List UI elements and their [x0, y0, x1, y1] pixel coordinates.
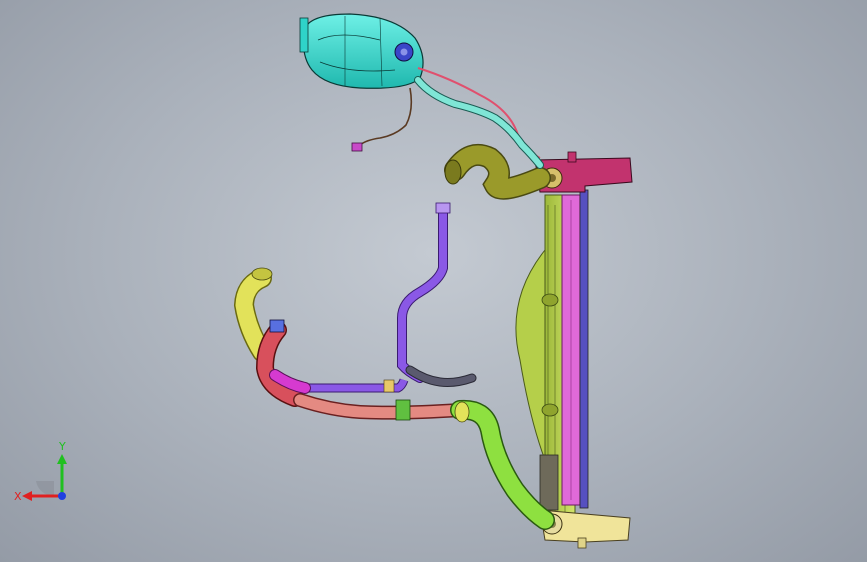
tank-cap[interactable]	[394, 42, 414, 62]
cad-viewport[interactable]: Y X	[0, 0, 867, 562]
sensor-connector[interactable]	[351, 142, 363, 152]
axis-triad: Y X	[14, 440, 67, 503]
triad-plane	[36, 481, 54, 497]
radiator-core[interactable]	[561, 194, 581, 506]
radiator-bracket-top[interactable]	[534, 151, 633, 193]
purple-pipe[interactable]	[300, 202, 451, 393]
salmon-pipe[interactable]	[293, 393, 467, 421]
x-axis-label: X	[14, 490, 22, 503]
radiator-tank[interactable]	[579, 189, 589, 509]
cooling-system-model[interactable]	[0, 0, 867, 562]
z-axis-dot	[58, 492, 66, 500]
green-hose[interactable]	[450, 399, 555, 530]
y-axis-label: Y	[58, 440, 66, 453]
sensor-wire[interactable]	[359, 87, 413, 146]
y-axis-arrowhead	[57, 454, 67, 464]
upper-radiator-hose[interactable]	[444, 144, 551, 200]
x-axis-arrowhead	[22, 491, 32, 501]
